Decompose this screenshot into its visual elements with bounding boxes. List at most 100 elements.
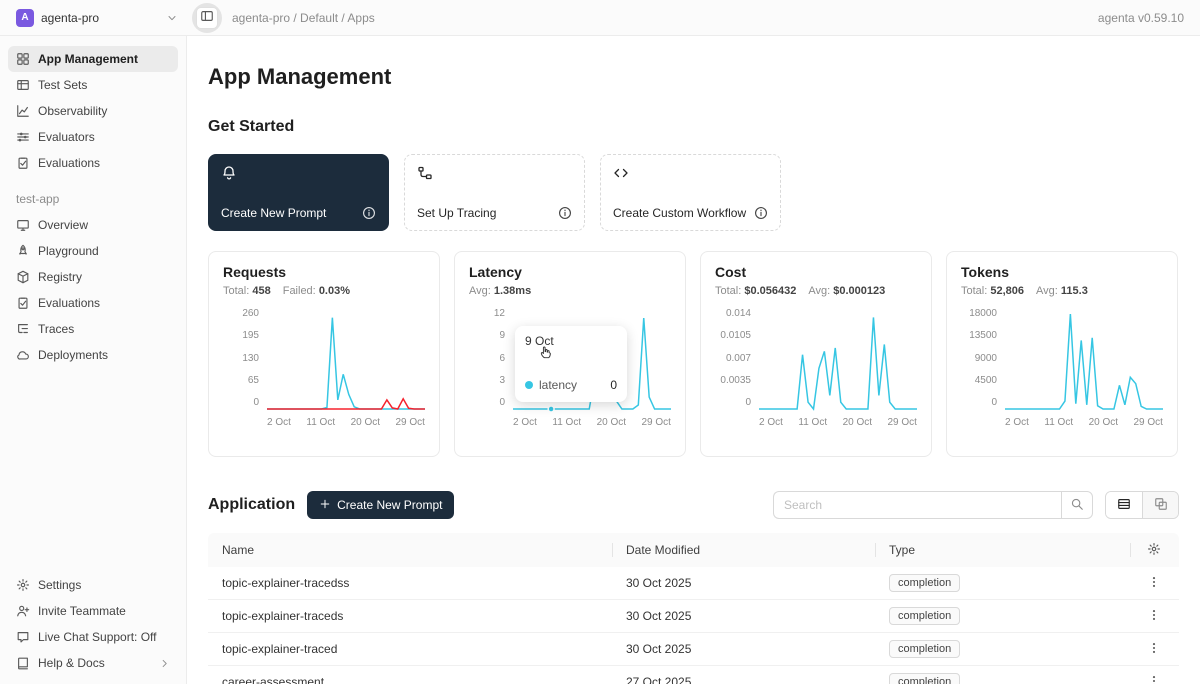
sidebar-main-nav: App ManagementTest SetsObservabilityEval… (8, 46, 178, 176)
row-actions-button[interactable] (1143, 571, 1165, 596)
table-view-button[interactable] (1106, 492, 1142, 518)
metric-stats: Total: 458Failed: 0.03% (223, 285, 425, 297)
chart-cost[interactable] (759, 311, 917, 411)
table-settings-button[interactable] (1130, 533, 1178, 567)
x-tick: 11 Oct (798, 417, 827, 428)
date-modified-cell: 30 Oct 2025 (612, 642, 875, 656)
info-icon[interactable] (558, 206, 572, 220)
sidebar-item-deployments[interactable]: Deployments (8, 342, 178, 368)
sidebar-item-observability[interactable]: Observability (8, 98, 178, 124)
sidebar-item-help-docs[interactable]: Help & Docs (8, 650, 178, 676)
info-icon[interactable] (754, 206, 768, 220)
y-tick: 0 (253, 397, 259, 408)
sidebar-toggle-button[interactable] (192, 3, 222, 33)
workspace-selector[interactable]: A agenta-pro (16, 9, 178, 27)
sidebar-item-settings[interactable]: Settings (8, 572, 178, 598)
dots-icon (1147, 608, 1161, 625)
metric-card-tokens: TokensTotal: 52,806Avg: 115.318000135009… (946, 251, 1178, 457)
app-name-cell[interactable]: topic-explainer-traceds (208, 609, 612, 623)
view-toggle (1105, 491, 1179, 519)
y-tick: 65 (248, 375, 259, 386)
sidebar-item-playground[interactable]: Playground (8, 238, 178, 264)
date-modified-cell: 27 Oct 2025 (612, 675, 875, 684)
bell-icon (221, 165, 376, 181)
sidebar-item-evaluators[interactable]: Evaluators (8, 124, 178, 150)
y-tick: 18000 (969, 308, 997, 319)
application-header: Application Create New Prompt (208, 491, 1179, 519)
sidebar-item-live-chat-support-off[interactable]: Live Chat Support: Off (8, 624, 178, 650)
get-started-card-create-new-prompt[interactable]: Create New Prompt (208, 154, 389, 231)
y-tick: 0.014 (726, 308, 751, 319)
row-actions-button[interactable] (1143, 637, 1165, 662)
table-row[interactable]: career-assessment27 Oct 2025completion (208, 666, 1179, 684)
user-plus-icon (16, 604, 30, 618)
metric-card-requests: RequestsTotal: 458Failed: 0.03%260195130… (208, 251, 440, 457)
get-started-cards: Create New PromptSet Up TracingCreate Cu… (208, 154, 1179, 231)
chart-y-axis: 260195130650 (223, 308, 259, 408)
chart-tokens[interactable] (1005, 311, 1163, 411)
sidebar-item-test-sets[interactable]: Test Sets (8, 72, 178, 98)
chart-x-axis: 2 Oct11 Oct20 Oct29 Oct (759, 417, 917, 428)
sidebar-item-app-management[interactable]: App Management (8, 46, 178, 72)
y-tick: 260 (242, 308, 259, 319)
get-started-card-create-custom-workflow[interactable]: Create Custom Workflow (600, 154, 781, 231)
create-new-prompt-button[interactable]: Create New Prompt (307, 491, 454, 519)
app-name-cell[interactable]: career-assessment (208, 675, 612, 684)
metric-title: Tokens (961, 264, 1163, 280)
tooltip-series-label: latency (539, 378, 577, 392)
chart-line-icon (16, 104, 30, 118)
row-actions-button[interactable] (1143, 604, 1165, 629)
search-input[interactable] (773, 491, 1061, 519)
table-row[interactable]: topic-explainer-tracedss30 Oct 2025compl… (208, 567, 1179, 600)
x-tick: 2 Oct (759, 417, 783, 428)
tree-icon (16, 322, 30, 336)
chart-requests[interactable] (267, 311, 425, 411)
breadcrumb[interactable]: agenta-pro / Default / Apps (232, 11, 375, 25)
sidebar: App ManagementTest SetsObservabilityEval… (0, 36, 187, 684)
y-tick: 0.0105 (720, 330, 751, 341)
y-tick: 9 (499, 330, 505, 341)
info-icon[interactable] (362, 206, 376, 220)
row-actions-button[interactable] (1143, 670, 1165, 684)
app-name-cell[interactable]: topic-explainer-tracedss (208, 576, 612, 590)
table-header-row: NameDate ModifiedType (208, 533, 1179, 567)
sidebar-item-traces[interactable]: Traces (8, 316, 178, 342)
y-tick: 3 (499, 375, 505, 386)
metric-card-latency: LatencyAvg: 1.38ms1296302 Oct11 Oct20 Oc… (454, 251, 686, 457)
app-name-cell[interactable]: topic-explainer-traced (208, 642, 612, 656)
column-header-name[interactable]: Name (208, 533, 612, 567)
sidebar-item-evaluations[interactable]: Evaluations (8, 290, 178, 316)
chevron-down-icon (166, 12, 178, 24)
sliders-icon (16, 130, 30, 144)
get-started-title: Get Started (208, 118, 1179, 136)
table-row[interactable]: topic-explainer-traced30 Oct 2025complet… (208, 633, 1179, 666)
y-tick: 12 (494, 308, 505, 319)
monitor-icon (16, 218, 30, 232)
type-tag: completion (889, 607, 960, 625)
x-tick: 29 Oct (1134, 417, 1163, 428)
sidebar-panel-icon (200, 9, 214, 26)
table-row[interactable]: topic-explainer-traceds30 Oct 2025comple… (208, 600, 1179, 633)
sidebar-item-invite-teammate[interactable]: Invite Teammate (8, 598, 178, 624)
gear-icon (16, 578, 30, 592)
y-tick: 0.007 (726, 353, 751, 364)
column-header-date-modified[interactable]: Date Modified (612, 533, 875, 567)
plus-icon (319, 498, 331, 513)
y-tick: 13500 (969, 330, 997, 341)
series-dot (525, 381, 533, 389)
sidebar-item-registry[interactable]: Registry (8, 264, 178, 290)
x-tick: 29 Oct (642, 417, 671, 428)
get-started-card-set-up-tracing[interactable]: Set Up Tracing (404, 154, 585, 231)
book-icon (16, 656, 30, 670)
sidebar-item-evaluations[interactable]: Evaluations (8, 150, 178, 176)
metric-stats: Total: $0.056432Avg: $0.000123 (715, 285, 917, 297)
metric-title: Requests (223, 264, 425, 280)
metric-title: Latency (469, 264, 671, 280)
y-tick: 9000 (975, 353, 997, 364)
column-header-type[interactable]: Type (875, 533, 1130, 567)
search-button[interactable] (1061, 491, 1093, 519)
x-tick: 20 Oct (1089, 417, 1118, 428)
sidebar-item-overview[interactable]: Overview (8, 212, 178, 238)
x-tick: 2 Oct (267, 417, 291, 428)
card-view-button[interactable] (1142, 492, 1178, 518)
